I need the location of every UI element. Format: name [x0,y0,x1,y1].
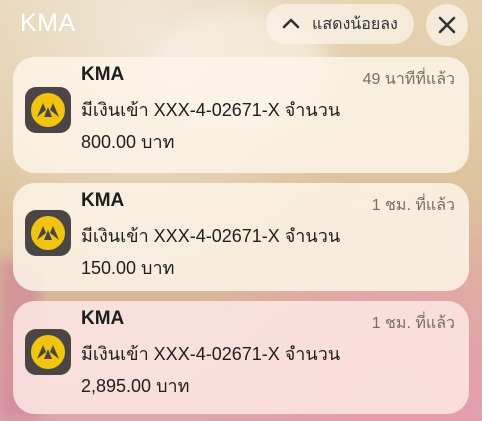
notification-time: 1 ชม. ที่แล้ว [371,315,455,332]
notification-message: มีเงินเข้า XXX-4-02671-X จำนวน [81,100,341,120]
notification-card[interactable]: KMA 49 นาทีที่แล้ว มีเงินเข้า XXX-4-0267… [13,57,469,173]
notification-card[interactable]: KMA 1 ชม. ที่แล้ว มีเงินเข้า XXX-4-02671… [13,183,469,291]
notification-card[interactable]: KMA 1 ชม. ที่แล้ว มีเงินเข้า XXX-4-02671… [13,301,469,414]
notification-time: 1 ชม. ที่แล้ว [371,197,455,214]
show-less-button[interactable]: แสดงน้อยลง [266,4,414,44]
notification-title: KMA [81,308,125,329]
close-icon [438,16,456,34]
notification-message: มีเงินเข้า XXX-4-02671-X จำนวน [81,344,341,364]
krungsri-app-icon [25,329,71,375]
notification-group-header: KMA แสดงน้อยลง [0,0,482,52]
notification-title: KMA [81,190,125,211]
clear-notifications-button[interactable] [426,4,468,46]
notification-amount: 2,895.00 บาท [81,376,190,396]
krungsri-app-icon [25,210,71,256]
group-app-name: KMA [20,9,76,37]
notification-message: มีเงินเข้า XXX-4-02671-X จำนวน [81,226,341,246]
notification-title: KMA [81,64,125,85]
show-less-label: แสดงน้อยลง [312,15,398,33]
notification-amount: 800.00 บาท [81,132,175,152]
notification-time: 49 นาทีที่แล้ว [362,71,455,88]
krungsri-app-icon [25,87,71,133]
notification-amount: 150.00 บาท [81,258,175,278]
chevron-up-icon [282,18,300,29]
